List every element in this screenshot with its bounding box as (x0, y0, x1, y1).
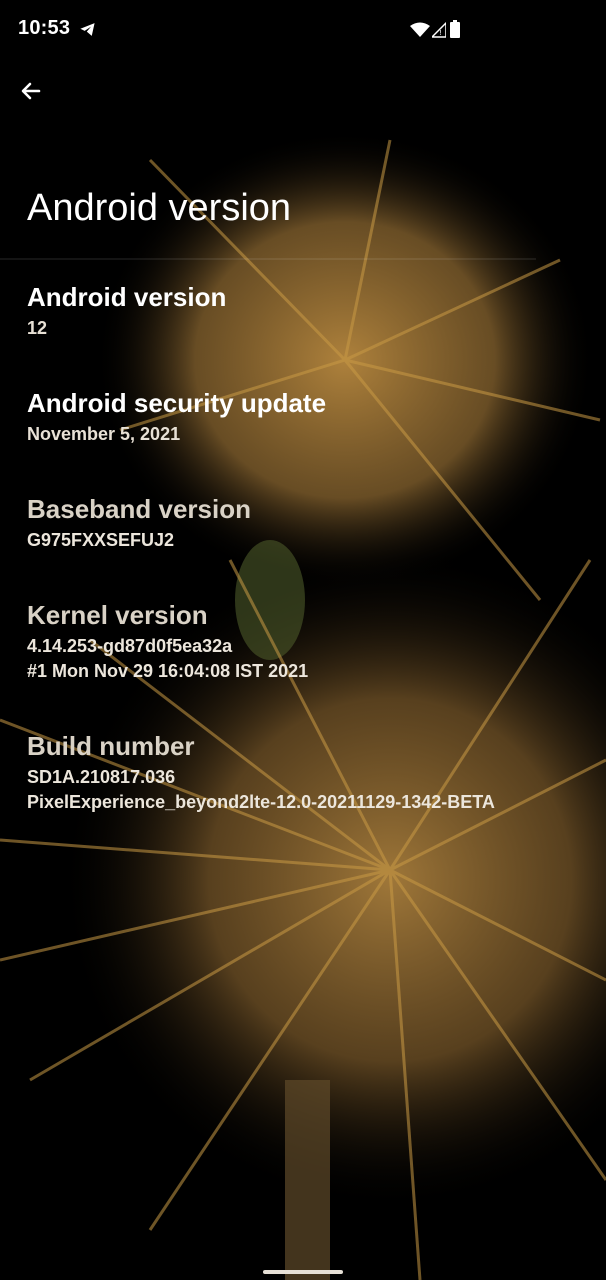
wifi-icon (410, 22, 430, 37)
header-divider (0, 258, 536, 260)
signal-icon: ! (432, 22, 446, 38)
item-title: Android security update (27, 388, 327, 418)
back-button[interactable] (14, 74, 48, 108)
svg-text:!: ! (439, 29, 442, 37)
item-summary-line: SD1A.210817.036 (27, 767, 176, 787)
arrow-back-icon (21, 82, 41, 100)
item-summary: G975FXXSEFUJ2 (27, 530, 175, 550)
item-summary: 12 (27, 318, 48, 338)
item-summary-line: 4.14.253-gd87d0f5ea32a (27, 636, 233, 656)
baseband-version-item[interactable]: Baseband version G975FXXSEFUJ2 (27, 492, 597, 553)
android-version-screen: 10:53 ! Android version Android version … (0, 0, 606, 1280)
battery-icon (450, 20, 460, 38)
gesture-nav-handle[interactable] (263, 1270, 343, 1274)
item-summary-line: #1 Mon Nov 29 16:04:08 IST 2021 (27, 661, 309, 681)
page-title: Android version (27, 187, 292, 229)
status-time: 10:53 (18, 17, 71, 39)
status-bar: 10:53 ! (0, 0, 606, 60)
telegram-icon (80, 23, 95, 36)
security-update-item[interactable]: Android security update November 5, 2021 (27, 386, 597, 447)
build-number-item[interactable]: Build number SD1A.210817.036 PixelExperi… (27, 729, 597, 815)
item-title: Build number (27, 731, 195, 761)
android-version-item[interactable]: Android version 12 (27, 280, 597, 341)
kernel-version-item[interactable]: Kernel version 4.14.253-gd87d0f5ea32a #1… (27, 598, 597, 684)
item-title: Android version (27, 282, 227, 312)
item-title: Baseband version (27, 494, 251, 524)
item-summary: November 5, 2021 (27, 424, 181, 444)
item-summary-line: PixelExperience_beyond2lte-12.0-20211129… (27, 792, 495, 812)
item-title: Kernel version (27, 600, 208, 630)
